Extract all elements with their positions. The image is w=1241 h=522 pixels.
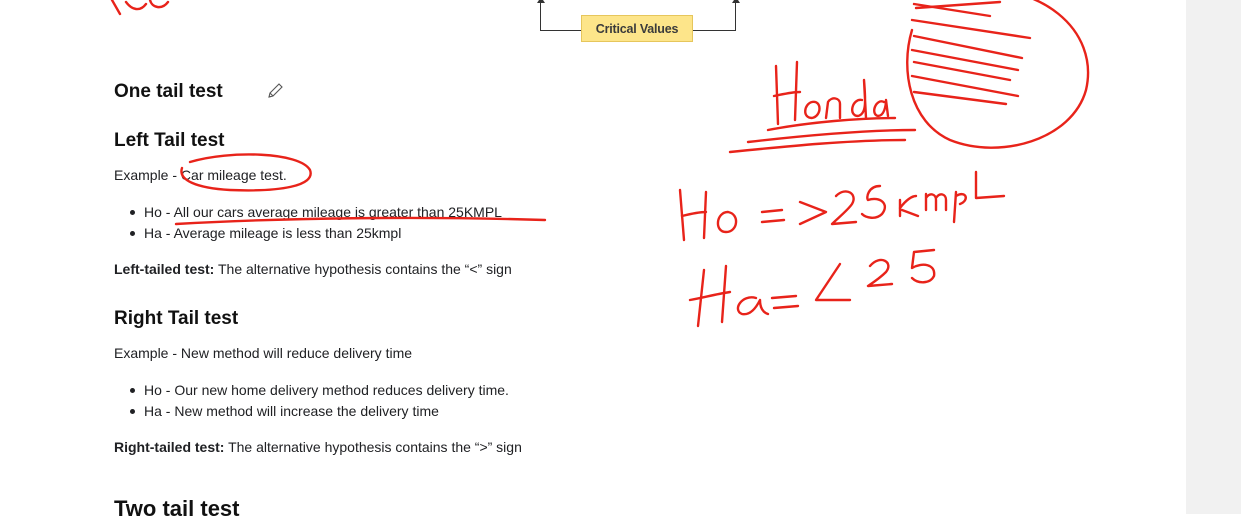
right-tail-summary: Right-tailed test: The alternative hypot… (114, 439, 522, 455)
list-item: Ho - Our new home delivery method reduce… (130, 380, 509, 401)
figure-left-arrow-icon (537, 0, 545, 3)
right-tail-hypotheses: Ho - Our new home delivery method reduce… (130, 380, 509, 422)
ho-prefix: Ho - (144, 382, 175, 398)
document-page: Critical Values One tail test Left Tail … (0, 0, 1186, 521)
example-text: New method will reduce delivery time (180, 345, 413, 361)
two-tail-heading: Two tail test (114, 496, 240, 521)
ink-circle-diagram (906, 0, 1090, 149)
figure-right-arrow-icon (732, 0, 740, 3)
list-item: Ha - Average mileage is less than 25kmpl (130, 223, 502, 244)
left-tail-example: Example - Car mileage test. (114, 167, 287, 183)
critical-values-label: Critical Values (581, 15, 693, 42)
ink-scribble-top-left (110, 0, 170, 16)
summary-text: The alternative hypothesis contains the … (214, 261, 512, 277)
scrollbar-gutter[interactable] (1186, 0, 1241, 514)
example-prefix: Example - (114, 345, 181, 361)
one-tail-heading: One tail test (114, 81, 223, 102)
right-tail-example: Example - New method will reduce deliver… (114, 345, 412, 361)
ha-text: New method will increase the delivery ti… (174, 403, 439, 419)
pen-annotations (110, 0, 1090, 328)
pencil-icon[interactable] (266, 82, 284, 100)
left-tail-hypotheses: Ho - All our cars average mileage is gre… (130, 202, 502, 244)
example-prefix: Example - (114, 167, 181, 183)
list-item: Ho - All our cars average mileage is gre… (130, 202, 502, 223)
left-tail-summary: Left-tailed test: The alternative hypoth… (114, 261, 512, 277)
left-tail-heading: Left Tail test (114, 130, 225, 151)
ho-text: All our cars average mileage is greater … (173, 204, 502, 220)
list-item: Ha - New method will increase the delive… (130, 401, 509, 422)
ink-honda-word (728, 60, 917, 154)
ho-text: Our new home delivery method reduces del… (174, 382, 509, 398)
ink-ha-equation (688, 248, 936, 328)
summary-bold: Left-tailed test: (114, 261, 215, 277)
ho-prefix: Ho - (144, 204, 174, 220)
summary-bold: Right-tailed test: (114, 439, 225, 455)
example-text: Car mileage test. (180, 167, 287, 183)
ha-prefix: Ha - (144, 403, 175, 419)
summary-text: The alternative hypothesis contains the … (224, 439, 522, 455)
ha-text: Average mileage is less than 25kmpl (173, 225, 402, 241)
ink-ho-equation (678, 170, 1006, 242)
figure-left-tick (540, 0, 541, 30)
ha-prefix: Ha - (144, 225, 174, 241)
figure-right-tick (735, 0, 736, 30)
right-tail-heading: Right Tail test (114, 308, 239, 329)
